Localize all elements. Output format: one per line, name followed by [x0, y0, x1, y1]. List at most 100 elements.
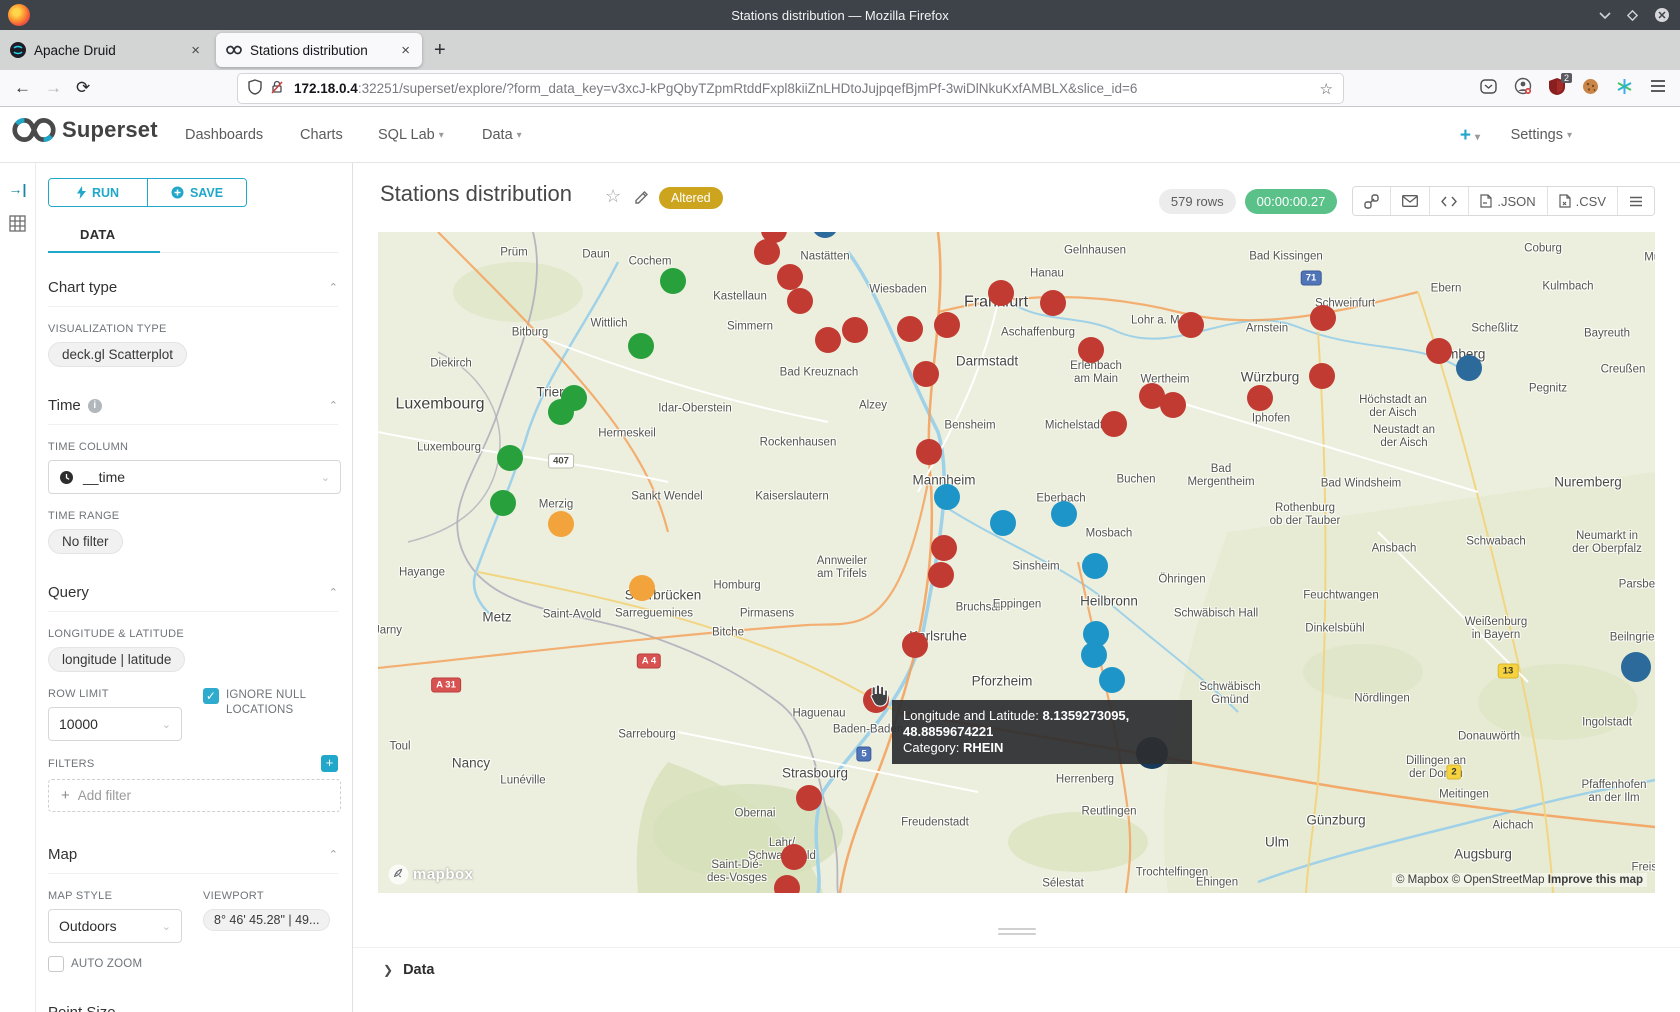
data-results-collapse[interactable]: ❯ Data [353, 947, 1680, 978]
scatter-dot[interactable] [1426, 338, 1452, 364]
nav-data[interactable]: Data▾ [482, 127, 522, 143]
scatter-dot[interactable] [931, 535, 957, 561]
scatter-dot[interactable] [1101, 411, 1127, 437]
export-json-button[interactable]: .JSON [1468, 187, 1546, 215]
tab-data[interactable]: DATA [48, 221, 115, 252]
scatter-dot[interactable] [629, 575, 655, 601]
ublock-icon[interactable]: 2 [1549, 78, 1565, 100]
embed-code-button[interactable] [1429, 187, 1468, 215]
scatter-dot[interactable] [1621, 652, 1651, 682]
save-button[interactable]: SAVE [147, 179, 246, 206]
tab-close-icon[interactable]: × [399, 42, 412, 59]
window-close-icon[interactable] [1654, 7, 1670, 23]
scatter-dot[interactable] [1081, 642, 1107, 668]
deckgl-map[interactable]: PrümDaunCochemNastättenKastellaunSimmern… [378, 232, 1655, 893]
copy-link-button[interactable] [1353, 187, 1390, 215]
lonlat-value[interactable]: longitude | latitude [48, 647, 185, 672]
collapse-panel-icon[interactable]: →| [0, 181, 35, 197]
tab-stations-distribution[interactable]: Stations distribution × [216, 33, 422, 67]
email-button[interactable] [1390, 187, 1429, 215]
scatter-dot[interactable] [787, 288, 813, 314]
scatter-dot[interactable] [1160, 392, 1186, 418]
scatter-dot[interactable] [1310, 305, 1336, 331]
scatter-dot[interactable] [754, 239, 780, 265]
lock-disabled-icon[interactable] [270, 79, 284, 98]
section-map[interactable]: Map⌃ [48, 846, 338, 874]
scatter-dot[interactable] [1099, 667, 1125, 693]
nav-add-button[interactable]: +▾ [1460, 125, 1480, 147]
add-filter-plus-button[interactable]: + [321, 755, 338, 772]
scatter-dot[interactable] [990, 510, 1016, 536]
scatter-dot[interactable] [1456, 355, 1482, 381]
section-time[interactable]: Timei⌃ [48, 397, 338, 425]
scatter-dot[interactable] [796, 785, 822, 811]
forward-button[interactable]: → [45, 78, 62, 98]
scatter-dot[interactable] [934, 312, 960, 338]
nav-settings[interactable]: Settings▾ [1511, 127, 1572, 143]
scatter-dot[interactable] [902, 632, 928, 658]
window-maximize-icon[interactable] [1627, 10, 1638, 21]
new-tab-button[interactable]: + [434, 39, 446, 62]
scatter-dot[interactable] [1082, 553, 1108, 579]
scatter-dot[interactable] [1178, 312, 1204, 338]
map-style-select[interactable]: Outdoors⌄ [48, 909, 182, 943]
nav-charts[interactable]: Charts [300, 127, 343, 143]
tab-apache-druid[interactable]: Apache Druid × [0, 33, 212, 67]
scatter-dot[interactable] [928, 562, 954, 588]
pocket-icon[interactable] [1480, 78, 1497, 100]
scatter-dot[interactable] [934, 484, 960, 510]
scatter-dot[interactable] [548, 511, 574, 537]
scatter-dot[interactable] [1078, 337, 1104, 363]
scatter-dot[interactable] [1040, 290, 1066, 316]
menu-icon[interactable] [1650, 79, 1666, 98]
dataset-grid-icon[interactable] [0, 215, 35, 237]
viz-type-value[interactable]: deck.gl Scatterplot [48, 342, 187, 367]
add-filter-box[interactable]: +Add filter [48, 779, 341, 812]
superset-logo[interactable]: Superset [12, 117, 158, 143]
section-chart-type[interactable]: Chart type⌃ [48, 279, 338, 307]
scatter-dot[interactable] [897, 316, 923, 342]
url-bar[interactable]: 172.18.0.4:32251/superset/explore/?form_… [238, 74, 1343, 103]
auto-zoom-checkbox-row[interactable]: AUTO ZOOM [48, 956, 338, 972]
scatter-dot[interactable] [497, 445, 523, 471]
back-button[interactable]: ← [14, 78, 31, 98]
scatter-dot[interactable] [988, 280, 1014, 306]
reload-button[interactable]: ⟳ [76, 78, 90, 98]
time-range-value[interactable]: No filter [48, 529, 123, 554]
section-point-size[interactable]: Point Size⌄ [48, 1004, 338, 1012]
scatter-dot[interactable] [628, 333, 654, 359]
scatter-dot[interactable] [815, 327, 841, 353]
scatter-dot[interactable] [781, 844, 807, 870]
row-limit-select[interactable]: 10000⌄ [48, 707, 182, 741]
scatter-dot[interactable] [1247, 385, 1273, 411]
favorite-star-icon[interactable]: ☆ [605, 186, 621, 207]
scatter-dot[interactable] [660, 268, 686, 294]
scatter-dot[interactable] [1051, 501, 1077, 527]
edit-properties-icon[interactable] [634, 189, 650, 210]
cookie-icon[interactable] [1582, 78, 1599, 100]
scatter-dot[interactable] [913, 361, 939, 387]
bookmark-star-icon[interactable]: ☆ [1320, 80, 1333, 98]
scatter-dot[interactable] [490, 490, 516, 516]
window-minimize-icon[interactable] [1599, 11, 1611, 19]
scatter-dot[interactable] [842, 317, 868, 343]
mapbox-logo[interactable]: mapbox [388, 864, 474, 885]
time-column-select[interactable]: __time⌄ [48, 460, 341, 494]
checkbox-checked-icon[interactable]: ✓ [203, 688, 219, 704]
chart-menu-button[interactable] [1617, 187, 1654, 215]
shield-icon[interactable] [248, 79, 262, 98]
scatter-dot[interactable] [1309, 363, 1335, 389]
viewport-value[interactable]: 8° 46' 45.28" | 49... [203, 909, 330, 931]
altered-badge[interactable]: Altered [659, 187, 723, 209]
panel-resize-handle[interactable] [998, 925, 1036, 938]
ignore-null-checkbox-row[interactable]: ✓ IGNORE NULLLOCATIONS [203, 688, 338, 718]
extension-pinwheel-icon[interactable] [1616, 78, 1633, 100]
account-icon[interactable] [1514, 77, 1532, 100]
export-csv-button[interactable]: .CSV [1547, 187, 1617, 215]
tab-close-icon[interactable]: × [189, 42, 202, 59]
nav-dashboards[interactable]: Dashboards [185, 127, 263, 143]
scatter-dot[interactable] [777, 264, 803, 290]
section-query[interactable]: Query⌃ [48, 584, 338, 612]
scatter-dot[interactable] [548, 399, 574, 425]
checkbox-unchecked-icon[interactable] [48, 956, 64, 972]
